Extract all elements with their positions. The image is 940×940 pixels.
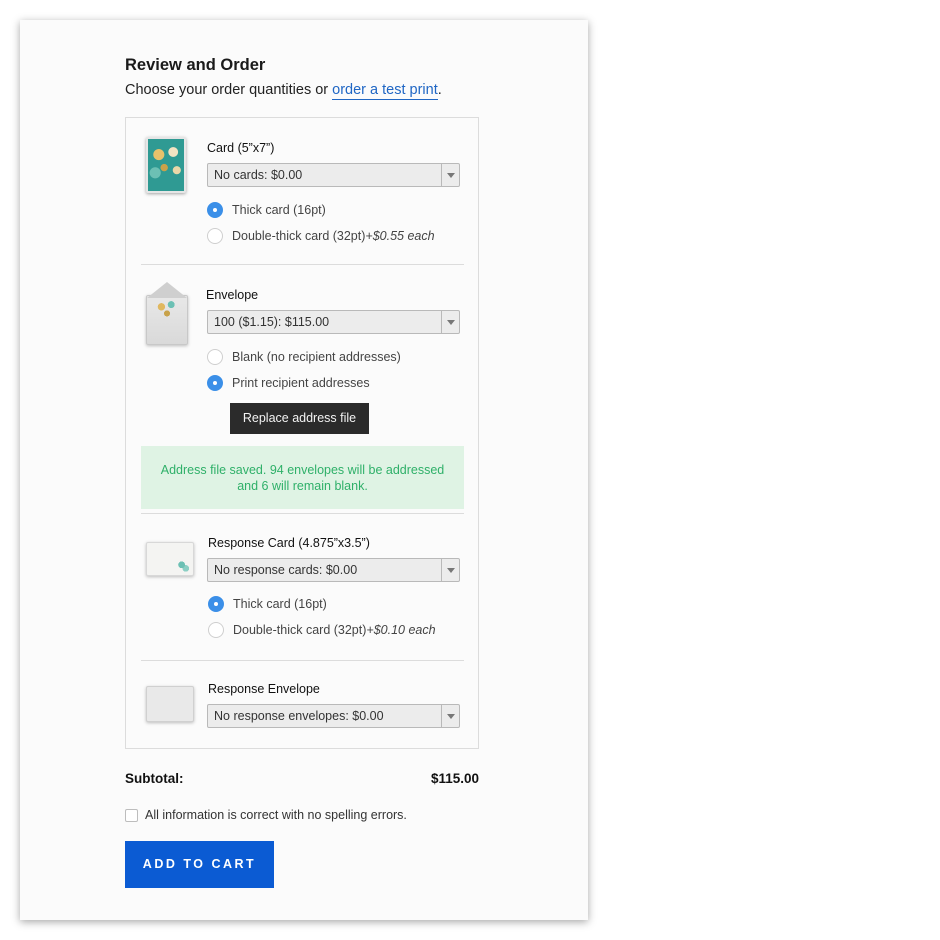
confirm-label: All information is correct with no spell… bbox=[145, 808, 407, 822]
review-order-panel: Review and Order Choose your order quant… bbox=[20, 20, 588, 920]
response-envelope-label: Response Envelope bbox=[208, 682, 320, 696]
envelope-option-blank[interactable]: Blank (no recipient addresses) bbox=[207, 349, 401, 365]
card-option-thick[interactable]: Thick card (16pt) bbox=[207, 202, 326, 218]
order-items-box: Card (5”x7”) No cards: $0.00 Thick card … bbox=[125, 117, 479, 749]
page-title: Review and Order bbox=[125, 56, 266, 74]
envelope-quantity-select[interactable]: 100 ($1.15): $115.00 bbox=[207, 310, 460, 334]
radio-button[interactable] bbox=[207, 349, 223, 365]
envelope-select-arrow[interactable] bbox=[441, 311, 459, 333]
card-quantity-select[interactable]: No cards: $0.00 bbox=[207, 163, 460, 187]
response-card-section: Response Card (4.875”x3.5”) No response … bbox=[141, 534, 464, 664]
subtotal-label: Subtotal: bbox=[125, 771, 184, 786]
envelope-label: Envelope bbox=[206, 288, 259, 302]
response-envelope-section: Response Envelope No response envelopes:… bbox=[141, 680, 464, 740]
radio-button-selected[interactable] bbox=[207, 202, 223, 218]
card-section: Card (5”x7”) No cards: $0.00 Thick card … bbox=[141, 137, 464, 267]
response-envelope-thumbnail bbox=[146, 686, 194, 722]
response-envelope-select-arrow[interactable] bbox=[441, 705, 459, 727]
radio-button[interactable] bbox=[208, 622, 224, 638]
envelope-select-value: 100 ($1.15): $115.00 bbox=[214, 315, 330, 329]
radio-button[interactable] bbox=[207, 228, 223, 244]
response-envelope-quantity-select[interactable]: No response envelopes: $0.00 bbox=[207, 704, 460, 728]
section-divider bbox=[141, 264, 464, 265]
response-card-select-arrow[interactable] bbox=[441, 559, 459, 581]
radio-button-selected[interactable] bbox=[207, 375, 223, 391]
page-subtitle: Choose your order quantities or order a … bbox=[125, 82, 442, 100]
response-card-select-value: No response cards: $0.00 bbox=[214, 563, 358, 577]
envelope-pattern bbox=[153, 298, 181, 320]
response-card-label: Response Card (4.875”x3.5”) bbox=[208, 536, 370, 550]
add-to-cart-button[interactable]: ADD TO CART bbox=[125, 841, 274, 888]
card-option-double-thick-label: Double-thick card (32pt) bbox=[232, 229, 366, 243]
card-option-double-thick-price: +$0.55 each bbox=[365, 229, 435, 243]
response-envelope-select-value: No response envelopes: $0.00 bbox=[214, 709, 384, 723]
card-thumbnail bbox=[146, 137, 186, 193]
notice-line-2: and 6 will remain blank. bbox=[237, 479, 368, 493]
chevron-down-icon bbox=[447, 568, 455, 573]
envelope-option-print-label: Print recipient addresses bbox=[232, 376, 370, 390]
confirm-checkbox[interactable] bbox=[125, 808, 138, 822]
subtotal-value: $115.00 bbox=[430, 771, 479, 786]
subtitle-end: . bbox=[437, 82, 442, 98]
card-select-value: No cards: $0.00 bbox=[214, 168, 303, 182]
order-test-print-link[interactable]: order a test print bbox=[332, 82, 438, 100]
card-option-double-thick[interactable]: Double-thick card (32pt) +$0.55 each bbox=[207, 228, 435, 244]
response-card-option-double-thick[interactable]: Double-thick card (32pt) +$0.10 each bbox=[208, 622, 436, 638]
section-divider bbox=[141, 513, 464, 514]
envelope-thumbnail bbox=[146, 282, 188, 345]
address-file-notice: Address file saved. 94 envelopes will be… bbox=[141, 446, 464, 509]
envelope-option-print-addresses[interactable]: Print recipient addresses bbox=[207, 375, 370, 391]
chevron-down-icon bbox=[447, 714, 455, 719]
chevron-down-icon bbox=[447, 173, 455, 178]
response-card-option-double-thick-label: Double-thick card (32pt) bbox=[233, 623, 367, 637]
subtitle-text: Choose your order quantities or bbox=[125, 82, 333, 98]
section-divider bbox=[141, 660, 464, 661]
response-card-option-thick-label: Thick card (16pt) bbox=[233, 597, 327, 611]
response-card-option-thick[interactable]: Thick card (16pt) bbox=[208, 596, 327, 612]
card-label: Card (5”x7”) bbox=[207, 141, 275, 155]
chevron-down-icon bbox=[447, 320, 455, 325]
response-card-thumbnail bbox=[146, 542, 194, 576]
response-card-quantity-select[interactable]: No response cards: $0.00 bbox=[207, 558, 460, 582]
card-option-thick-label: Thick card (16pt) bbox=[232, 203, 326, 217]
notice-line-1: Address file saved. 94 envelopes will be… bbox=[160, 463, 445, 477]
card-select-arrow[interactable] bbox=[441, 164, 459, 186]
envelope-option-blank-label: Blank (no recipient addresses) bbox=[232, 350, 401, 364]
radio-button-selected[interactable] bbox=[208, 596, 224, 612]
spelling-confirmation[interactable]: All information is correct with no spell… bbox=[125, 808, 407, 822]
response-card-option-double-thick-price: +$0.10 each bbox=[366, 623, 436, 637]
replace-address-file-button[interactable]: Replace address file bbox=[230, 403, 369, 434]
